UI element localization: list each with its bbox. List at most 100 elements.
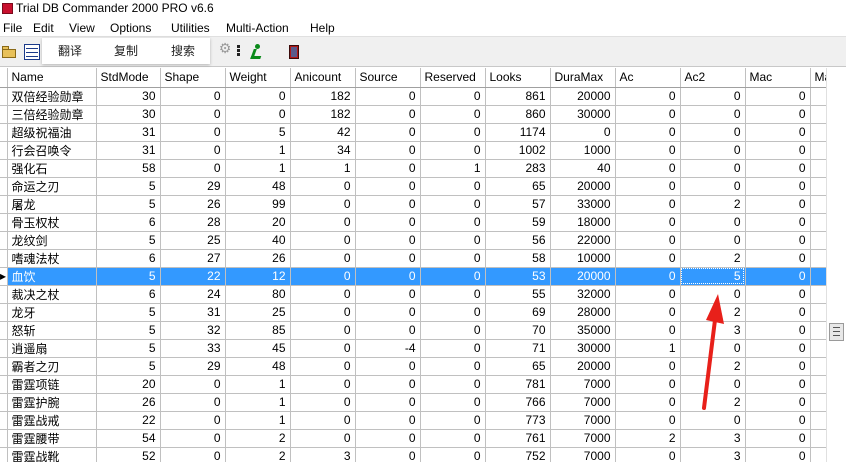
table-cell[interactable]: 1 [225,393,291,412]
row-indicator[interactable] [0,159,8,178]
translate-button[interactable]: 翻译 [48,42,92,60]
table-cell[interactable]: 0 [745,267,811,286]
column-header[interactable]: Source [355,68,421,88]
gear-icon[interactable]: ⚙ [218,41,232,55]
table-cell[interactable]: 40 [550,159,616,178]
row-indicator[interactable] [0,429,8,448]
table-cell[interactable]: 25 [225,303,291,322]
table-cell[interactable]: 30000 [550,105,616,124]
table-cell[interactable]: 0 [745,177,811,196]
table-cell[interactable]: 30 [96,105,161,124]
table-cell[interactable] [810,141,827,160]
table-cell[interactable]: 7000 [550,411,616,430]
table-cell[interactable]: 0 [420,321,486,340]
table-cell[interactable]: 54 [96,429,161,448]
table-cell[interactable]: 35000 [550,321,616,340]
table-cell[interactable]: 31 [96,123,161,142]
table-cell[interactable]: 0 [615,375,681,394]
column-header[interactable]: DuraMax [550,68,616,88]
table-cell[interactable]: 48 [225,357,291,376]
table-cell[interactable]: 7000 [550,447,616,462]
table-cell[interactable]: 0 [615,411,681,430]
table-cell[interactable]: 骨玉权杖 [7,213,97,232]
table-cell[interactable]: 0 [680,213,746,232]
table-cell[interactable]: 5 [96,231,161,250]
table-row[interactable]: ▸ 血饮 5 22 12 0 0 0 53 20000 0 5 0 [0,267,827,286]
table-cell[interactable]: 10000 [550,249,616,268]
row-indicator[interactable]: ▸ [0,267,8,286]
table-cell[interactable]: 3 [680,447,746,462]
table-cell[interactable]: 283 [485,159,551,178]
table-cell[interactable]: 强化石 [7,159,97,178]
table-cell[interactable] [810,357,827,376]
table-cell[interactable]: 0 [615,231,681,250]
table-cell[interactable]: 48 [225,177,291,196]
table-cell[interactable]: 0 [290,177,356,196]
table-cell[interactable]: 58 [485,249,551,268]
table-cell[interactable]: 0 [615,195,681,214]
table-cell[interactable]: 20000 [550,87,616,106]
table-cell[interactable] [810,429,827,448]
table-cell[interactable]: 80 [225,285,291,304]
table-cell[interactable]: 20000 [550,267,616,286]
table-cell[interactable]: 0 [745,213,811,232]
table-cell[interactable]: 0 [745,303,811,322]
table-cell[interactable]: 龙牙 [7,303,97,322]
table-cell[interactable]: 双倍经验勋章 [7,87,97,106]
table-cell[interactable]: 0 [160,105,226,124]
row-indicator[interactable] [0,411,8,430]
menu-options[interactable]: Options [107,21,154,35]
row-indicator[interactable] [0,393,8,412]
row-indicator[interactable] [0,123,8,142]
table-cell[interactable]: 0 [745,447,811,462]
table-cell[interactable]: 0 [355,177,421,196]
table-cell[interactable]: 752 [485,447,551,462]
table-cell[interactable]: 0 [290,285,356,304]
table-cell[interactable]: 24 [160,285,226,304]
table-cell[interactable] [810,195,827,214]
table-cell[interactable]: 0 [745,375,811,394]
table-cell[interactable]: 0 [615,303,681,322]
table-cell[interactable] [810,285,827,304]
table-cell[interactable]: 0 [290,267,356,286]
table-cell[interactable] [810,339,827,358]
column-header[interactable]: Ma [810,68,827,88]
table-cell[interactable]: 20 [96,375,161,394]
row-indicator[interactable] [0,303,8,322]
table-cell[interactable] [810,159,827,178]
row-indicator[interactable] [0,141,8,160]
table-cell[interactable]: 33 [160,339,226,358]
table-cell[interactable]: 霸者之刃 [7,357,97,376]
table-cell[interactable]: 0 [745,123,811,142]
table-cell[interactable]: 65 [485,357,551,376]
table-cell[interactable]: 0 [615,267,681,286]
table-cell[interactable]: 1 [615,339,681,358]
table-cell[interactable]: 血饮 [7,267,97,286]
table-cell[interactable] [810,213,827,232]
table-cell[interactable]: 0 [680,87,746,106]
row-indicator[interactable] [0,357,8,376]
table-cell[interactable]: 0 [420,123,486,142]
table-cell[interactable]: 45 [225,339,291,358]
table-cell[interactable]: 1174 [485,123,551,142]
table-cell[interactable]: 7000 [550,393,616,412]
folder-icon[interactable] [2,44,18,60]
table-row[interactable]: 龙纹剑 5 25 40 0 0 0 56 22000 0 0 0 [0,231,827,250]
table-cell[interactable]: 34 [290,141,356,160]
table-cell[interactable]: 5 [680,267,746,286]
table-cell[interactable]: 2 [680,195,746,214]
table-cell[interactable]: 42 [290,123,356,142]
table-cell[interactable]: 18000 [550,213,616,232]
table-cell[interactable]: 5 [96,195,161,214]
table-cell[interactable]: 0 [615,177,681,196]
table-cell[interactable]: 860 [485,105,551,124]
column-header[interactable]: StdMode [96,68,161,88]
table-row[interactable]: 超级祝福油 31 0 5 42 0 0 1174 0 0 0 0 [0,123,827,142]
table-cell[interactable]: 0 [745,339,811,358]
table-cell[interactable]: 0 [745,411,811,430]
table-cell[interactable]: 3 [290,447,356,462]
table-cell[interactable]: 56 [485,231,551,250]
table-cell[interactable]: 3 [680,429,746,448]
table-cell[interactable]: 0 [420,285,486,304]
table-cell[interactable] [810,321,827,340]
